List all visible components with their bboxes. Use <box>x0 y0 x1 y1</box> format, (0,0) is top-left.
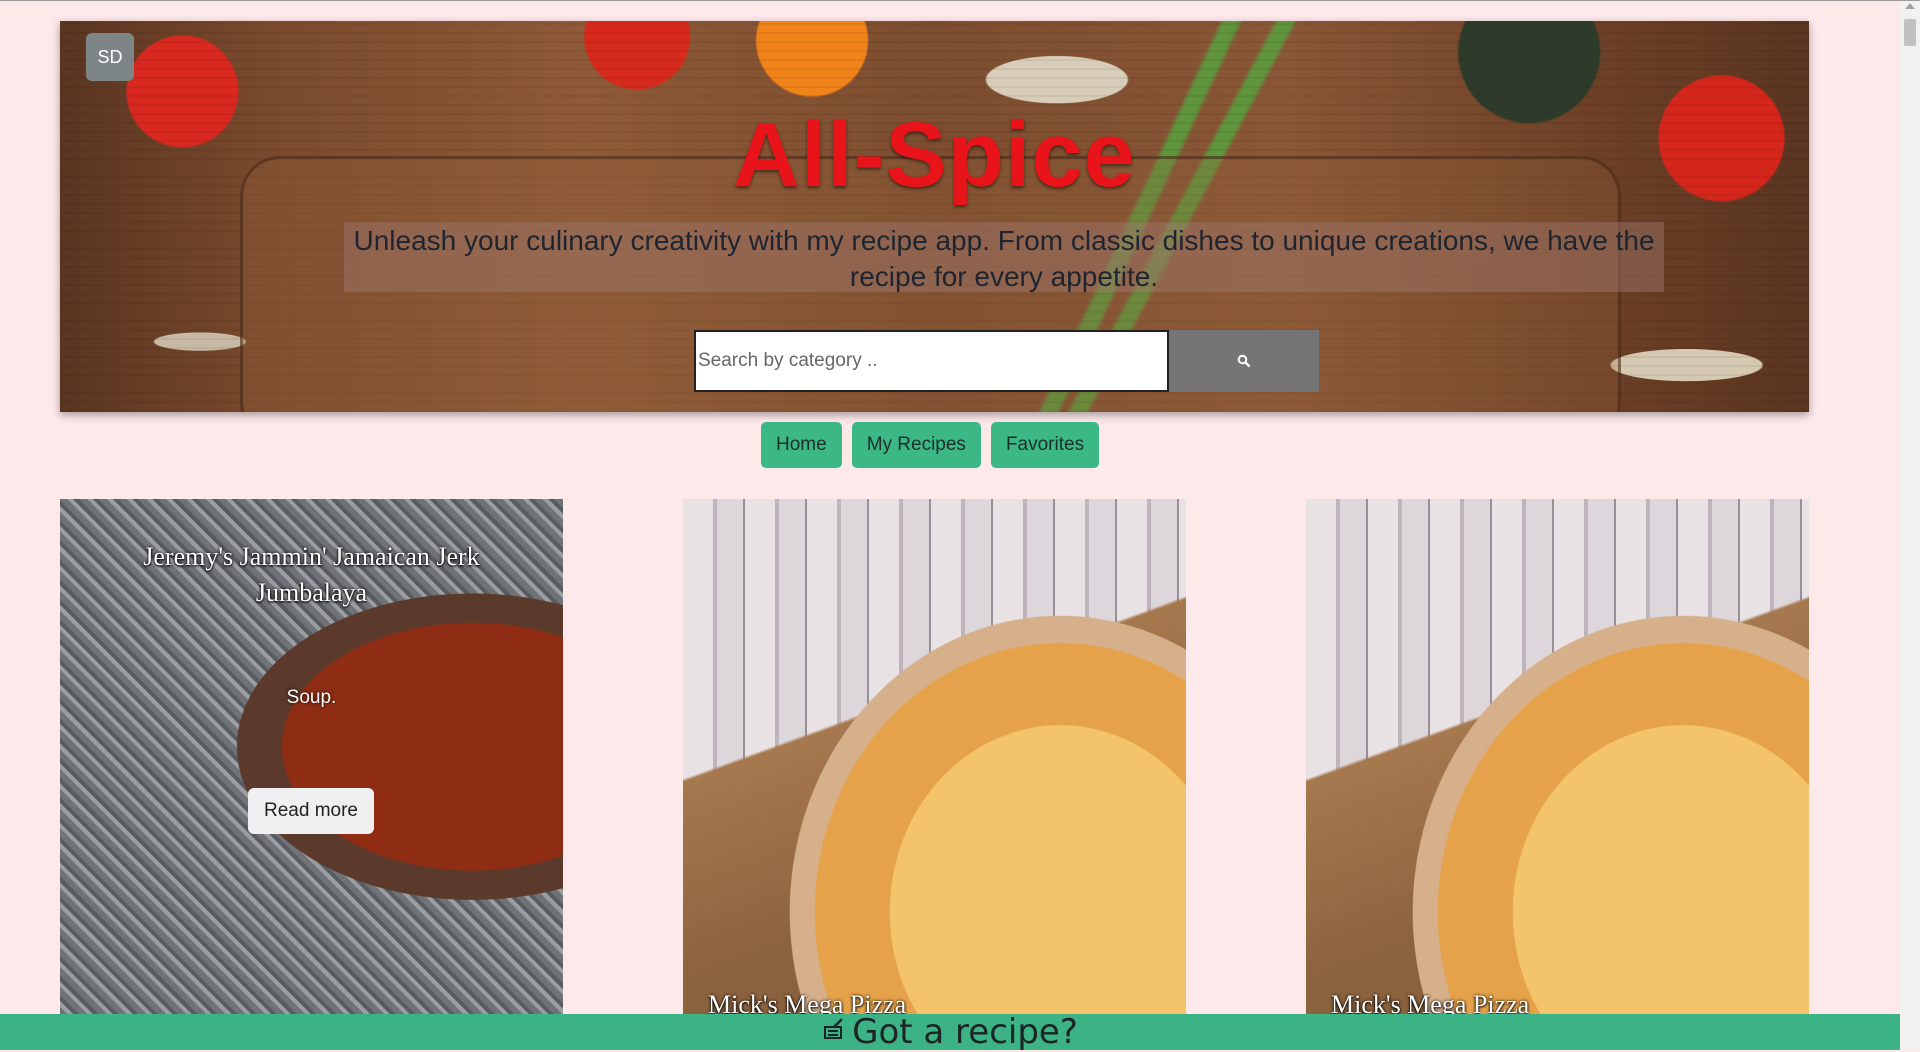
note-icon <box>822 1017 846 1048</box>
read-more-button[interactable]: Read more <box>248 788 374 834</box>
add-recipe-footer[interactable]: Got a recipe? <box>0 1012 1900 1052</box>
tagline-text: Unleash your culinary creativity with my… <box>353 225 1655 292</box>
recipe-card[interactable]: Mick's Mega Pizza <box>683 499 1186 1015</box>
add-recipe-label: Got a recipe? <box>852 1012 1078 1052</box>
page-scrollbar[interactable] <box>1900 1 1920 1050</box>
tagline-box: Unleash your culinary creativity with my… <box>344 222 1664 292</box>
hero-banner: SD All-Spice Unleash your culinary creat… <box>60 21 1809 412</box>
recipe-title: Mick's Mega Pizza <box>708 990 907 1015</box>
recipe-card[interactable]: Jeremy's Jammin' Jamaican Jerk Jumbalaya… <box>60 499 563 1015</box>
search-input[interactable] <box>694 330 1169 392</box>
app-title: All-Spice <box>733 104 1136 206</box>
scroll-thumb[interactable] <box>1904 19 1916 46</box>
recipe-card[interactable]: Mick's Mega Pizza <box>1306 499 1809 1015</box>
recipe-title: Jeremy's Jammin' Jamaican Jerk Jumbalaya <box>143 542 480 607</box>
search-button[interactable] <box>1169 330 1319 392</box>
recipe-title: Mick's Mega Pizza <box>1331 990 1530 1015</box>
recipe-category: Soup. <box>286 687 337 708</box>
main-nav: Home My Recipes Favorites <box>761 422 1100 468</box>
search-bar <box>694 330 1319 392</box>
my-recipes-button[interactable]: My Recipes <box>851 422 981 468</box>
avatar[interactable]: SD <box>86 33 134 81</box>
home-button[interactable]: Home <box>761 422 842 468</box>
favorites-button[interactable]: Favorites <box>990 422 1100 468</box>
search-icon <box>1237 354 1251 368</box>
scroll-up-arrow-icon[interactable] <box>1905 3 1915 9</box>
